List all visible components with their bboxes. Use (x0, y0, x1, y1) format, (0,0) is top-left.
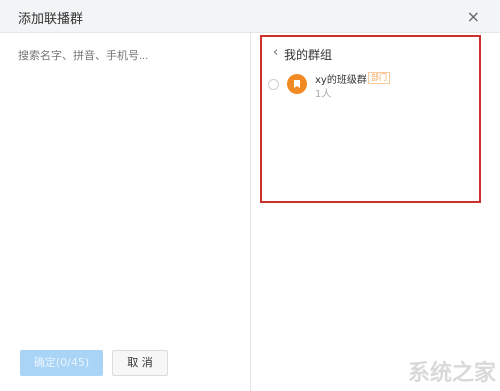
back-chevron-icon[interactable]: ‹ (273, 45, 278, 60)
group-name: xy的班级群 (315, 75, 367, 86)
dialog-title: 添加联播群 (18, 12, 84, 27)
group-avatar-icon (294, 80, 300, 88)
group-avatar (287, 74, 307, 94)
dialog-titlebar: 添加联播群 × (0, 0, 500, 33)
panel-divider (250, 33, 251, 391)
close-icon[interactable]: × (467, 7, 480, 26)
search-input[interactable] (18, 50, 228, 62)
group-section-title[interactable]: 我的群组 (284, 46, 332, 63)
watermark-logo: 系统之家 (407, 361, 496, 386)
cancel-button[interactable]: 取 消 (112, 350, 168, 376)
member-count: 1人 (315, 89, 332, 100)
member-search-panel (0, 33, 250, 391)
confirm-button[interactable]: 确定(0/45) (20, 350, 103, 376)
department-badge: 部门 (368, 72, 390, 84)
group-select-radio[interactable] (268, 79, 279, 90)
